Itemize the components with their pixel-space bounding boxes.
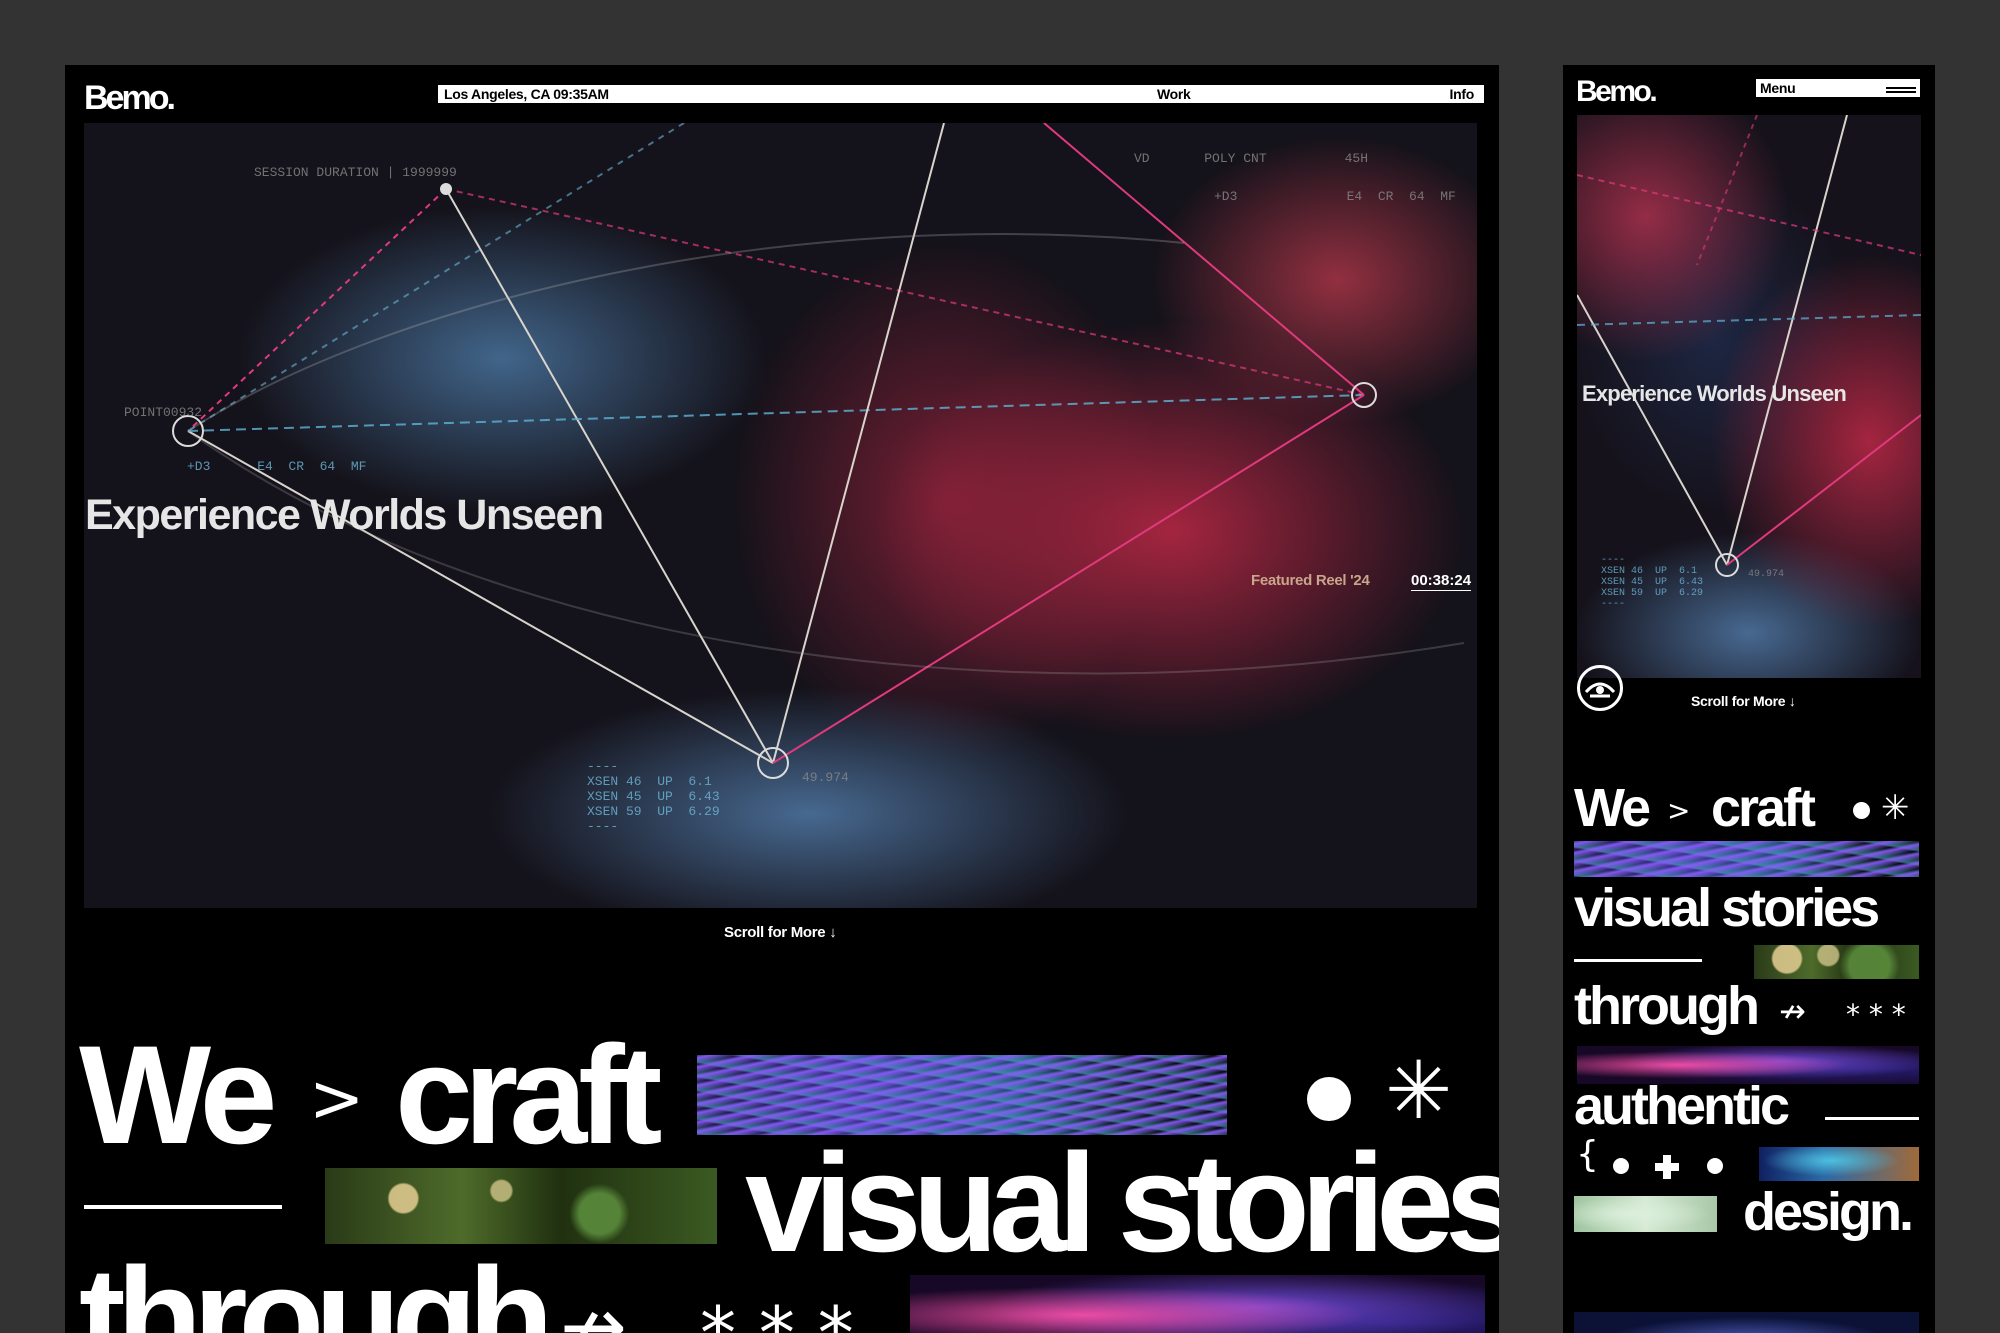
statement-rule [84,1205,282,1209]
mushroom-image-strip [325,1168,717,1244]
statement-dot [1307,1077,1351,1121]
bottom-image-strip [1574,1312,1919,1333]
mobile-preview: Bemo. Menu 49.974 ---- XSEN 46 UP 6.1 XS… [1563,65,1935,1333]
pale-image-strip [1574,1196,1717,1232]
hero-title: Experience Worlds Unseen [1582,381,1847,406]
scroll-for-more[interactable]: Scroll for More ↓ [1691,693,1796,709]
arrow-icon: ↛ [560,1280,628,1333]
menu-button[interactable]: Menu [1756,79,1920,97]
hud-top-right-1: VD POLY CNT 45H [1134,151,1369,166]
statement-design: design. [1743,1182,1914,1242]
eye-logo-icon[interactable] [1577,665,1623,711]
asterisk-icon: ✳ [1881,788,1910,828]
feathers-image-strip [697,1055,1227,1135]
hud-point: POINT00932 [124,405,203,420]
statement-we: We [1574,778,1651,838]
statement-gt: > [309,1060,365,1137]
statement-rule-2 [1825,1117,1919,1120]
hero-title: Experience Worlds Unseen [85,491,604,539]
nebula-image-strip [910,1275,1485,1333]
statement-dot-2 [1613,1158,1629,1174]
hud-coords: +D3 E4 CR 64 MF [187,459,367,474]
nav-info-link[interactable]: Info [1450,86,1475,102]
desktop-preview: Bemo. Los Angeles, CA 09:35AM Work Info [65,65,1499,1333]
hero-video[interactable]: 49.974 ---- XSEN 46 UP 6.1 XSEN 45 UP 6.… [1577,115,1921,678]
hud-top-right-2: +D3 E4 CR 64 MF [1214,189,1456,204]
statement-authentic: authentic [1574,1076,1790,1136]
nav-work-link[interactable]: Work [1157,86,1191,102]
hud-readout: 49.974 [1748,569,1785,580]
plus-dot-icon [1655,1155,1679,1179]
statement-dot-3 [1707,1158,1723,1174]
menu-label: Menu [1760,80,1796,96]
statement-visual-stories: visual stories [1574,878,1880,938]
statement-craft: craft [1711,778,1816,838]
scroll-for-more[interactable]: Scroll for More ↓ [724,924,837,941]
mushroom-image-strip [1754,945,1919,979]
logo[interactable]: Bemo. [84,81,176,115]
statement-we: We [79,1016,278,1173]
wave-image-strip [1759,1147,1919,1181]
statement-brace: { [1576,1134,1599,1175]
statement-through: through [1574,976,1760,1036]
feathers-image-strip [1574,841,1919,877]
hero-video[interactable]: SESSION DURATION | 1999999 POINT00932 +D… [84,123,1477,908]
arrow-icon: ↛ [1779,992,1806,1030]
statement-stars: * * * [700,1291,854,1333]
statement-dot [1853,802,1870,819]
hud-session: SESSION DURATION | 1999999 [254,165,457,180]
featured-reel-label[interactable]: Featured Reel '24 [1251,572,1370,589]
statement-gt: > [1667,794,1691,827]
top-nav: Los Angeles, CA 09:35AM Work Info [438,85,1484,103]
hud-xsen: ---- XSEN 46 UP 6.1 XSEN 45 UP 6.43 XSEN… [587,759,720,834]
statement-rule [1574,959,1702,962]
location-time: Los Angeles, CA 09:35AM [444,86,609,102]
reel-timecode: 00:38:24 [1411,572,1472,591]
menu-icon [1886,82,1916,93]
hud-readout: 49.974 [802,770,849,785]
statement-through: through [79,1238,554,1333]
asterisk-icon: ✳ [1385,1044,1453,1137]
hud-xsen: ---- XSEN 46 UP 6.1 XSEN 45 UP 6.43 XSEN… [1601,555,1704,610]
statement-stars: * * * [1846,998,1906,1031]
statement-visual-stories: visual stories [745,1124,1499,1281]
statement-craft: craft [395,1016,662,1173]
logo[interactable]: Bemo. [1576,77,1658,107]
